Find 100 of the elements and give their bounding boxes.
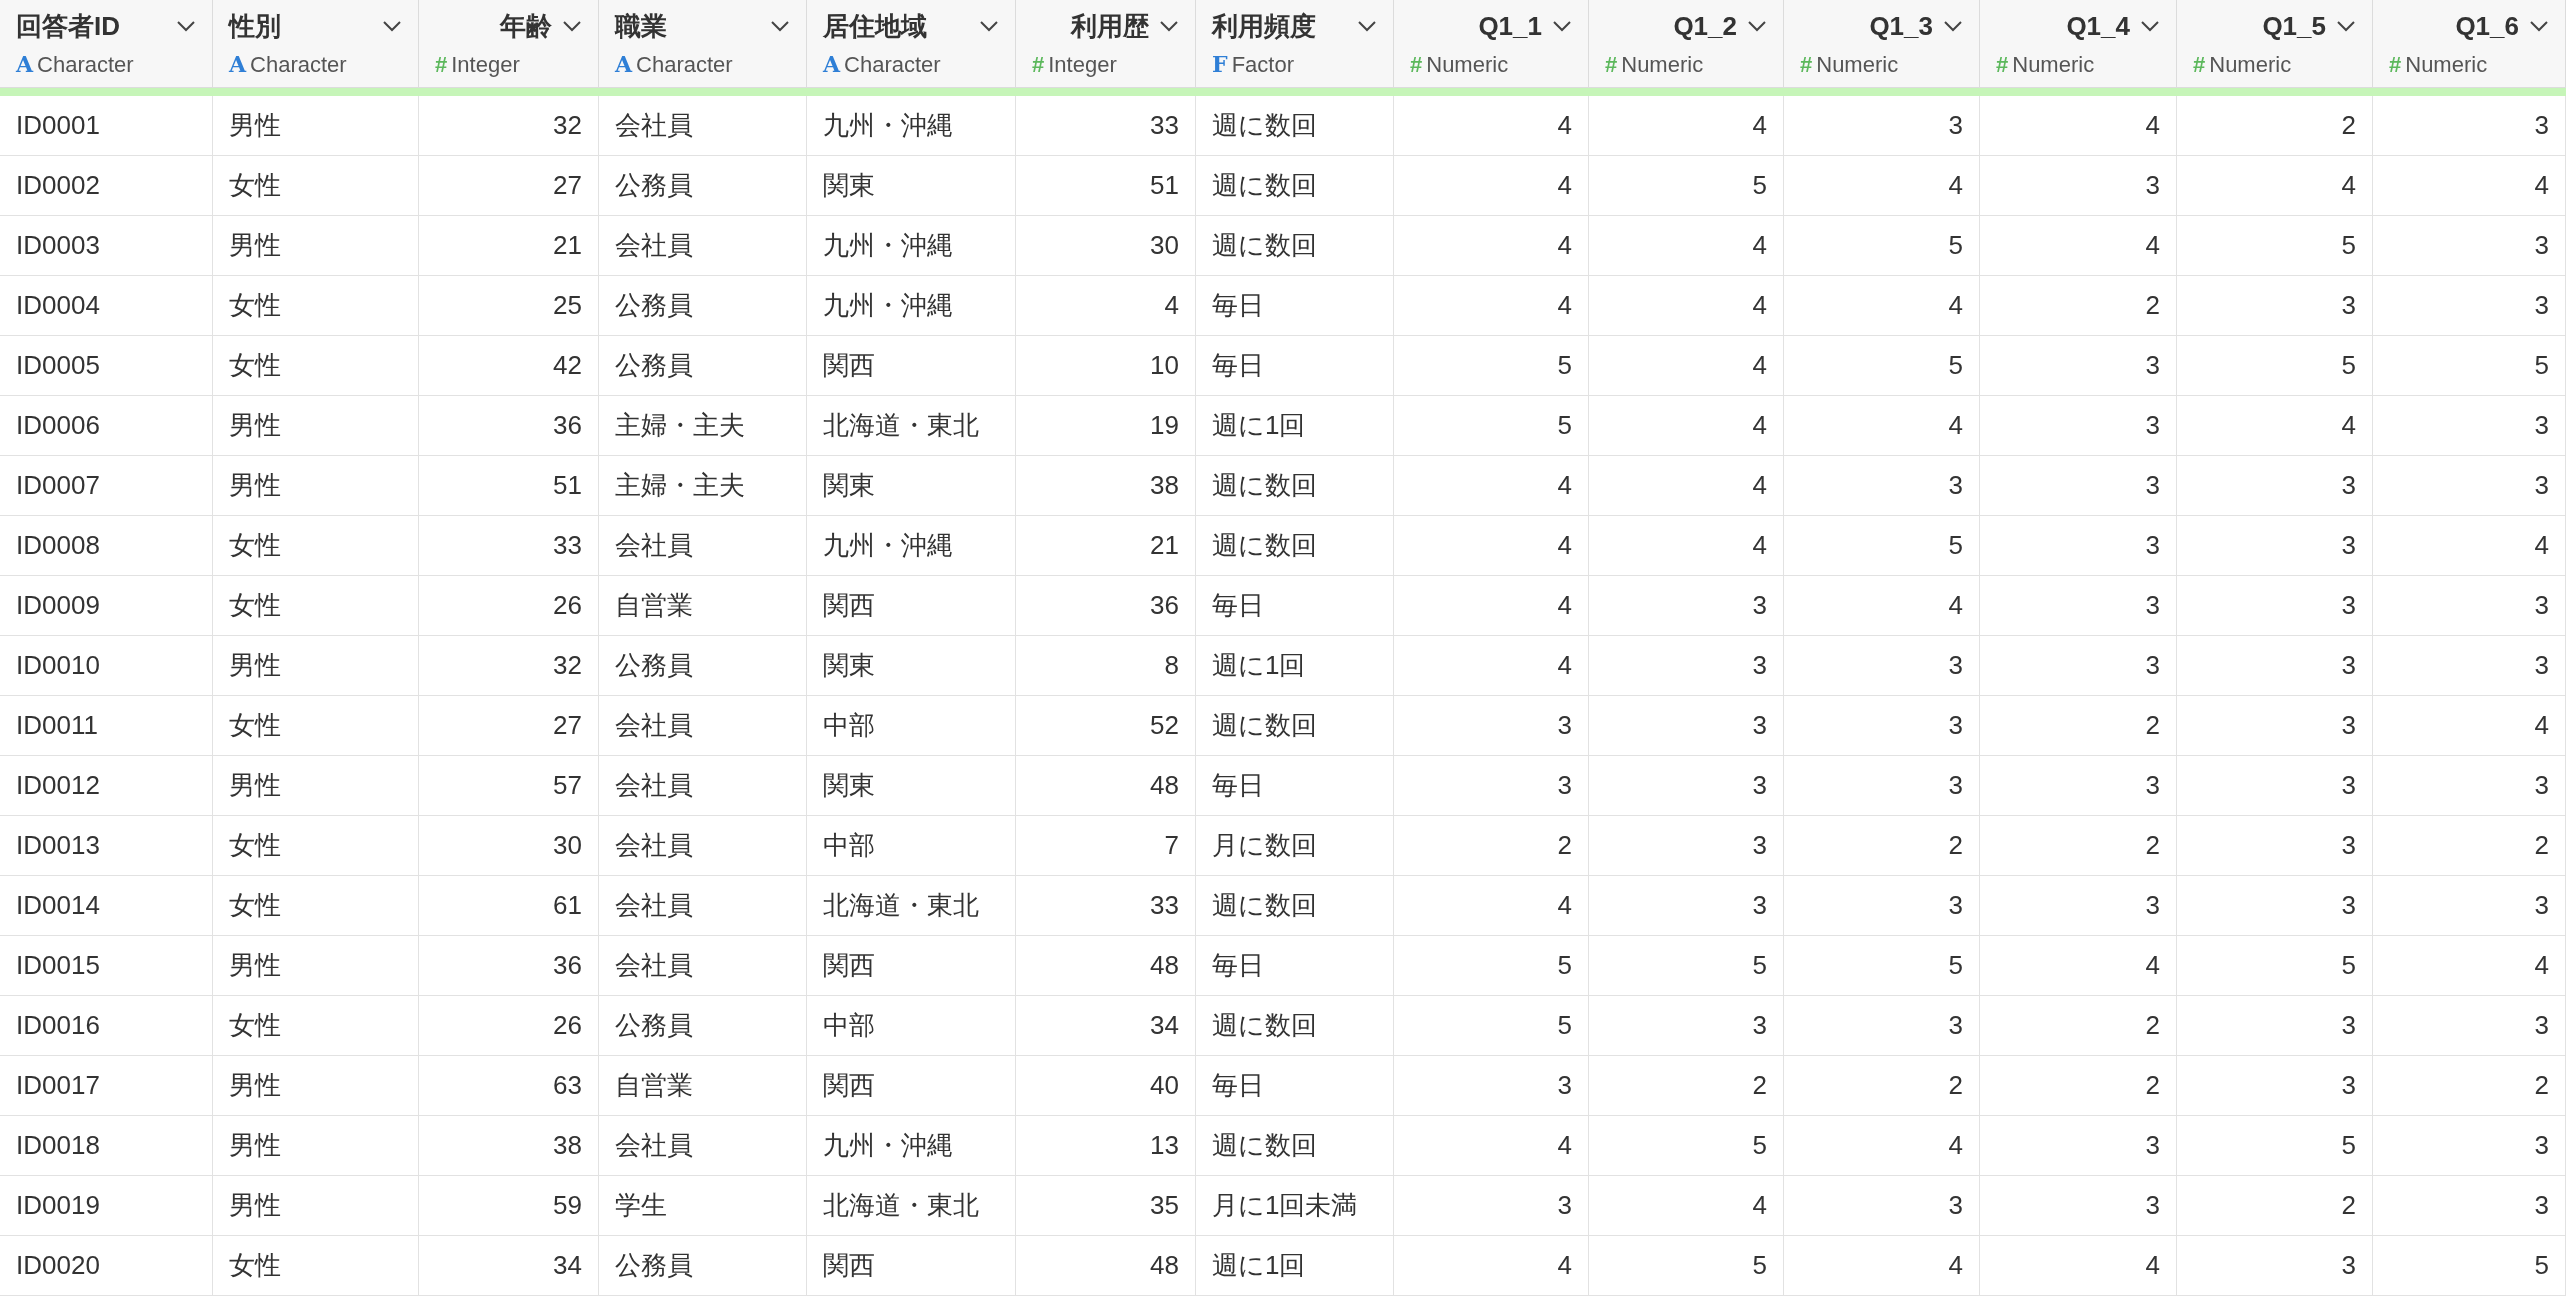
table-cell: 26 bbox=[419, 576, 599, 636]
table-cell: 週に数回 bbox=[1196, 516, 1394, 576]
table-cell: 4 bbox=[2373, 516, 2566, 576]
table-cell: 3 bbox=[2177, 576, 2373, 636]
chevron-down-icon[interactable] bbox=[1747, 20, 1767, 32]
column-name: 居住地域 bbox=[823, 9, 928, 43]
table-cell: 関西 bbox=[807, 936, 1016, 996]
chevron-down-icon[interactable] bbox=[2336, 20, 2356, 32]
column-type: Integer bbox=[1048, 50, 1117, 79]
table-cell: 会社員 bbox=[599, 876, 807, 936]
column-name: Q1_1 bbox=[1477, 9, 1542, 43]
table-cell: 3 bbox=[2373, 996, 2566, 1056]
table-cell: ID0012 bbox=[0, 756, 213, 816]
table-cell: 5 bbox=[1784, 516, 1980, 576]
table-cell: 3 bbox=[2177, 1056, 2373, 1116]
table-cell: ID0002 bbox=[0, 156, 213, 216]
chevron-down-icon[interactable] bbox=[382, 20, 402, 32]
table-cell: 関東 bbox=[807, 756, 1016, 816]
table-cell: 5 bbox=[1394, 996, 1589, 1056]
table-cell: 4 bbox=[1394, 516, 1589, 576]
table-cell: 5 bbox=[2177, 336, 2373, 396]
table-cell: 主婦・主夫 bbox=[599, 456, 807, 516]
chevron-down-icon[interactable] bbox=[770, 20, 790, 32]
table-cell: 4 bbox=[1394, 1236, 1589, 1296]
type-icon: # bbox=[2389, 47, 2402, 81]
table-cell: 4 bbox=[1589, 96, 1784, 156]
table-cell: 21 bbox=[1016, 516, 1196, 576]
table-cell: 48 bbox=[1016, 936, 1196, 996]
table-cell: 関東 bbox=[807, 156, 1016, 216]
type-icon: # bbox=[435, 47, 448, 81]
table-cell: 男性 bbox=[213, 1176, 419, 1236]
column-name: 職業 bbox=[615, 9, 668, 43]
table-cell: 3 bbox=[2373, 396, 2566, 456]
table-cell: 4 bbox=[1394, 276, 1589, 336]
chevron-down-icon[interactable] bbox=[1159, 20, 1179, 32]
table-cell: 女性 bbox=[213, 816, 419, 876]
table-cell: 4 bbox=[1394, 96, 1589, 156]
table-cell: 57 bbox=[419, 756, 599, 816]
table-cell: 会社員 bbox=[599, 936, 807, 996]
table-cell: 3 bbox=[1589, 996, 1784, 1056]
column-name: Q1_6 bbox=[2454, 9, 2519, 43]
table-cell: 36 bbox=[419, 936, 599, 996]
table-cell: 中部 bbox=[807, 696, 1016, 756]
chevron-down-icon[interactable] bbox=[1943, 20, 1963, 32]
table-cell: 33 bbox=[1016, 876, 1196, 936]
chevron-down-icon[interactable] bbox=[2140, 20, 2160, 32]
table-cell: 2 bbox=[1784, 1056, 1980, 1116]
column-name: Q1_2 bbox=[1672, 9, 1737, 43]
table-cell: 男性 bbox=[213, 96, 419, 156]
table-cell: 40 bbox=[1016, 1056, 1196, 1116]
table-cell: 34 bbox=[1016, 996, 1196, 1056]
table-cell: 36 bbox=[419, 396, 599, 456]
table-cell: 男性 bbox=[213, 456, 419, 516]
table-cell: 公務員 bbox=[599, 1236, 807, 1296]
table-cell: 3 bbox=[2177, 996, 2373, 1056]
table-cell: 3 bbox=[1784, 876, 1980, 936]
chevron-down-icon[interactable] bbox=[2529, 20, 2549, 32]
table-cell: 2 bbox=[1980, 996, 2177, 1056]
table-cell: 4 bbox=[2177, 156, 2373, 216]
table-cell: 女性 bbox=[213, 1236, 419, 1296]
table-cell: ID0008 bbox=[0, 516, 213, 576]
table-cell: 4 bbox=[1394, 216, 1589, 276]
table-cell: 3 bbox=[2177, 816, 2373, 876]
table-cell: 21 bbox=[419, 216, 599, 276]
type-icon: A bbox=[16, 47, 34, 81]
table-cell: 4 bbox=[1589, 1176, 1784, 1236]
chevron-down-icon[interactable] bbox=[562, 20, 582, 32]
chevron-down-icon[interactable] bbox=[1552, 20, 1572, 32]
table-cell: 会社員 bbox=[599, 516, 807, 576]
table-cell: 女性 bbox=[213, 336, 419, 396]
column-type: Factor bbox=[1231, 50, 1294, 79]
chevron-down-icon[interactable] bbox=[176, 20, 196, 32]
table-cell: 男性 bbox=[213, 396, 419, 456]
table-cell: 38 bbox=[419, 1116, 599, 1176]
table-cell: 4 bbox=[1589, 396, 1784, 456]
chevron-down-icon[interactable] bbox=[1357, 20, 1377, 32]
table-cell: 毎日 bbox=[1196, 276, 1394, 336]
table-cell: 3 bbox=[2177, 456, 2373, 516]
table-cell: 月に数回 bbox=[1196, 816, 1394, 876]
table-cell: 3 bbox=[1784, 1176, 1980, 1236]
table-cell: 5 bbox=[2177, 936, 2373, 996]
table-cell: ID0018 bbox=[0, 1116, 213, 1176]
type-icon: A bbox=[823, 47, 841, 81]
chevron-down-icon[interactable] bbox=[979, 20, 999, 32]
table-cell: 3 bbox=[2373, 216, 2566, 276]
column-name: 年齢 bbox=[498, 9, 552, 43]
table-cell: 4 bbox=[1784, 276, 1980, 336]
table-cell: 毎日 bbox=[1196, 936, 1394, 996]
table-cell: 3 bbox=[1980, 576, 2177, 636]
table-cell: ID0013 bbox=[0, 816, 213, 876]
table-cell: 3 bbox=[2177, 636, 2373, 696]
table-cell: 週に数回 bbox=[1196, 876, 1394, 936]
table-cell: 週に1回 bbox=[1196, 1236, 1394, 1296]
table-cell: 2 bbox=[2373, 1056, 2566, 1116]
table-cell: 会社員 bbox=[599, 216, 807, 276]
column-name: 利用歴 bbox=[1069, 9, 1149, 43]
table-cell: 3 bbox=[1589, 816, 1784, 876]
table-cell: 4 bbox=[1784, 1116, 1980, 1176]
table-cell: ID0005 bbox=[0, 336, 213, 396]
table-cell: 3 bbox=[2177, 516, 2373, 576]
